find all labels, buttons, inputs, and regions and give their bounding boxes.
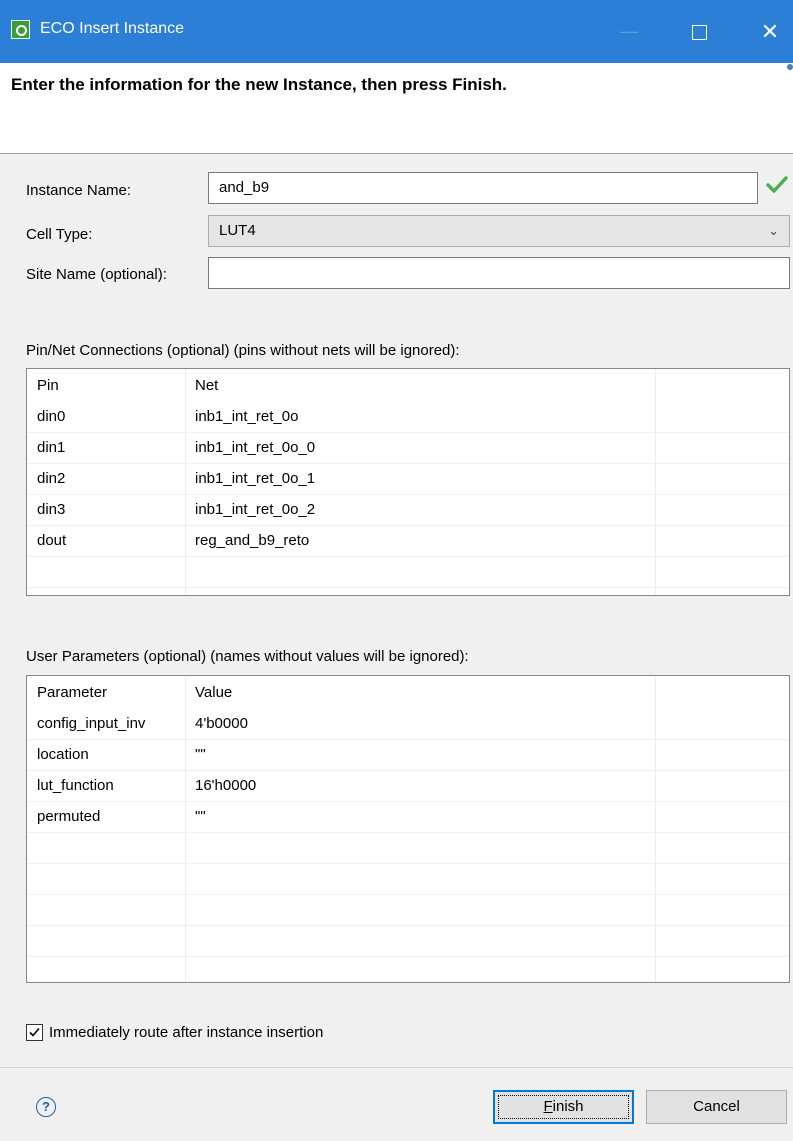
empty-row[interactable] [27,833,789,864]
table-row[interactable]: din3 inb1_int_ret_0o_2 [27,495,789,526]
focus-rect [498,1095,629,1119]
checkmark-icon [29,1027,40,1037]
table-row[interactable]: config_input_inv 4'b0000 [27,709,789,740]
close-icon: ✕ [760,19,780,44]
pin-cell: din2 [37,470,66,487]
empty-row [27,557,789,588]
pin-cell: din0 [37,408,66,425]
minimize-button[interactable]: — [606,0,652,63]
net-cell[interactable]: inb1_int_ret_0o [185,402,655,432]
maximize-button[interactable] [676,0,722,63]
table-header-row: Parameter Value [27,676,789,709]
table-row[interactable]: location "" [27,740,789,771]
column-header-extra [655,369,789,402]
header-image-icon [787,64,793,70]
parameter-name-cell[interactable]: location [27,740,185,770]
column-header-pin[interactable]: Pin [27,369,185,402]
cell-type-select[interactable]: LUT4 ⌄ [208,215,790,247]
table-row[interactable]: din0 inb1_int_ret_0o [27,402,789,433]
help-icon[interactable]: ? [36,1097,56,1117]
empty-row[interactable] [27,895,789,926]
params-section-label: User Parameters (optional) (names withou… [26,648,469,665]
table-row[interactable]: din1 inb1_int_ret_0o_0 [27,433,789,464]
chevron-down-icon: ⌄ [768,223,779,238]
net-cell[interactable]: inb1_int_ret_0o_1 [185,464,655,494]
empty-row[interactable] [27,864,789,895]
parameter-value-cell[interactable]: "" [185,802,655,832]
maximize-icon [691,24,707,40]
column-header-parameter[interactable]: Parameter [27,676,185,709]
parameter-name-cell[interactable]: permuted [27,802,185,832]
pin-cell: din3 [37,501,66,518]
app-icon [11,20,30,39]
user-parameters-table: Parameter Value config_input_inv 4'b0000… [26,675,790,983]
pins-section-label: Pin/Net Connections (optional) (pins wit… [26,342,460,359]
table-row[interactable]: dout reg_and_b9_reto [27,526,789,557]
site-name-label: Site Name (optional): [26,266,167,283]
valid-check-icon [766,176,788,193]
finish-button[interactable]: Finish [493,1090,634,1124]
dialog-header: Enter the information for the new Instan… [0,63,793,154]
route-after-label[interactable]: Immediately route after instance inserti… [49,1024,323,1041]
column-header-extra [655,676,789,709]
table-header-row: Pin Net [27,369,789,402]
table-row[interactable]: din2 inb1_int_ret_0o_1 [27,464,789,495]
net-cell[interactable]: reg_and_b9_reto [185,526,655,556]
column-header-net[interactable]: Net [185,369,655,402]
title-bar: ECO Insert Instance — ✕ [0,0,793,63]
empty-row[interactable] [27,957,789,982]
parameter-value-cell[interactable]: 16'h0000 [185,771,655,801]
pin-net-table: Pin Net din0 inb1_int_ret_0o din1 inb1_i… [26,368,790,596]
window-title: ECO Insert Instance [40,20,185,37]
instance-name-label: Instance Name: [26,182,132,199]
parameter-value-cell[interactable]: "" [185,740,655,770]
cell-type-value: LUT4 [219,222,256,239]
instruction-text: Enter the information for the new Instan… [11,75,507,94]
pin-cell: din1 [37,439,66,456]
net-cell[interactable]: inb1_int_ret_0o_2 [185,495,655,525]
table-row[interactable]: lut_function 16'h0000 [27,771,789,802]
empty-row[interactable] [27,926,789,957]
parameter-name-cell[interactable]: config_input_inv [27,709,185,739]
instance-name-input[interactable]: and_b9 [208,172,758,204]
footer-divider [0,1067,793,1068]
parameter-name-cell[interactable]: lut_function [27,771,185,801]
column-header-value[interactable]: Value [185,676,655,709]
route-after-checkbox[interactable] [26,1024,43,1041]
parameter-value-cell[interactable]: 4'b0000 [185,709,655,739]
table-row[interactable]: permuted "" [27,802,789,833]
cell-type-label: Cell Type: [26,226,93,243]
cancel-button[interactable]: Cancel [646,1090,787,1124]
pin-cell: dout [37,532,67,549]
site-name-input[interactable] [208,257,790,289]
net-cell[interactable]: inb1_int_ret_0o_0 [185,433,655,463]
close-button[interactable]: ✕ [747,0,793,63]
